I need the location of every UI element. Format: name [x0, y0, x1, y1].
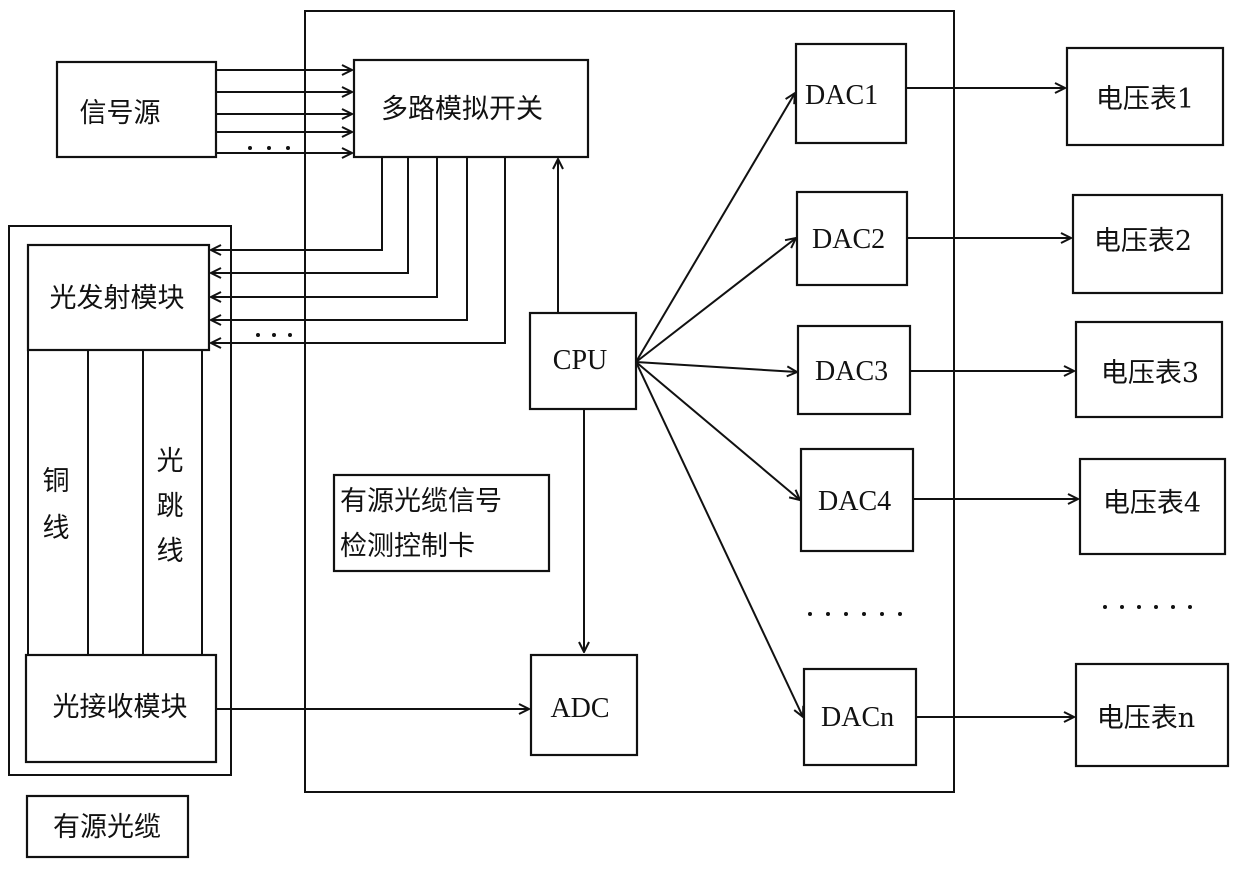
ellipsis-dot [272, 333, 276, 337]
copper-wire-char1: 铜 [43, 466, 70, 497]
dac-label: DAC3 [815, 356, 888, 387]
mux-switch-label: 多路模拟开关 [381, 94, 543, 125]
optical-rx-block: 光接收模块 [24, 653, 218, 764]
cpu-to-dac-arrows [635, 93, 803, 717]
dac-block-n: DACn [802, 667, 918, 767]
voltmeter-label: 电压表2 [1094, 226, 1192, 257]
optical-jumper-char3: 线 [157, 536, 184, 567]
cpu-to-dac4-arrow [635, 361, 800, 500]
dac-label: DAC4 [818, 486, 891, 517]
source-to-mux-bus [216, 70, 352, 153]
bus-line [211, 157, 409, 273]
bus-line [211, 157, 468, 320]
control-card-label-line2: 检测控制卡 [340, 531, 475, 562]
dac-label: DAC1 [805, 80, 878, 111]
dac-block-4: DAC4 [799, 447, 915, 553]
dac-block-1: DAC1 [794, 42, 908, 145]
adc-label: ADC [550, 693, 609, 724]
optical-jumper-char2: 跳 [157, 491, 184, 522]
system-block-diagram: 信号源 多路模拟开关 光发射模块 铜 线 光 跳 线 光接收模块 有源光缆 有源… [8, 10, 1230, 859]
voltmeter-block-n: 电压表n [1074, 662, 1230, 768]
voltmeter-label: 电压表4 [1103, 488, 1201, 519]
cpu-to-dac1-arrow [635, 93, 795, 363]
dac-label: DACn [821, 702, 894, 733]
dac-to-voltmeter-arrows [906, 88, 1078, 717]
dac-block-3: DAC3 [796, 324, 912, 416]
active-cable-label: 有源光缆 [53, 812, 161, 843]
ellipsis-dot [267, 146, 271, 150]
voltmeter-block-3: 电压表3 [1074, 320, 1224, 419]
cpu-to-dacn-arrow [635, 361, 803, 717]
mux-to-tx-bus [211, 157, 506, 343]
ellipsis-dot [256, 333, 260, 337]
optical-tx-label: 光发射模块 [50, 283, 185, 314]
voltmeter-label: 电压表3 [1101, 358, 1199, 389]
mux-switch-block: 多路模拟开关 [352, 58, 590, 159]
control-card-caption: 有源光缆信号 检测控制卡 [332, 473, 551, 573]
dac-ellipsis [808, 612, 902, 616]
dac-label: DAC2 [812, 224, 885, 255]
ellipsis-dot [286, 146, 290, 150]
signal-source-block: 信号源 [55, 60, 218, 159]
optical-jumper-char1: 光 [157, 446, 184, 477]
cable-channels: 铜 线 光 跳 线 [27, 350, 203, 655]
bus-line [211, 157, 383, 250]
cpu-block: CPU [528, 311, 638, 411]
dac-block-2: DAC2 [795, 190, 909, 287]
voltmeter-block-4: 电压表4 [1078, 457, 1227, 556]
copper-wire-char2: 线 [43, 513, 70, 544]
voltmeter-ellipsis [1103, 605, 1192, 609]
adc-block: ADC [529, 653, 639, 757]
optical-rx-label: 光接收模块 [53, 692, 188, 723]
cpu-to-dac3-arrow [635, 361, 797, 372]
bus-line [211, 157, 438, 297]
ellipsis-dot [288, 333, 292, 337]
active-cable-caption: 有源光缆 [25, 794, 190, 859]
signal-source-label: 信号源 [80, 98, 161, 129]
voltmeter-label: 电压表1 [1096, 84, 1194, 115]
optical-tx-block: 光发射模块 [26, 243, 211, 352]
cpu-label: CPU [553, 345, 607, 376]
ellipsis-dot [248, 146, 252, 150]
control-card-label-line1: 有源光缆信号 [340, 486, 502, 517]
voltmeter-block-2: 电压表2 [1071, 193, 1224, 295]
cpu-to-dac2-arrow [635, 238, 796, 363]
voltmeter-label: 电压表n [1097, 703, 1195, 734]
voltmeter-block-1: 电压表1 [1065, 46, 1225, 147]
